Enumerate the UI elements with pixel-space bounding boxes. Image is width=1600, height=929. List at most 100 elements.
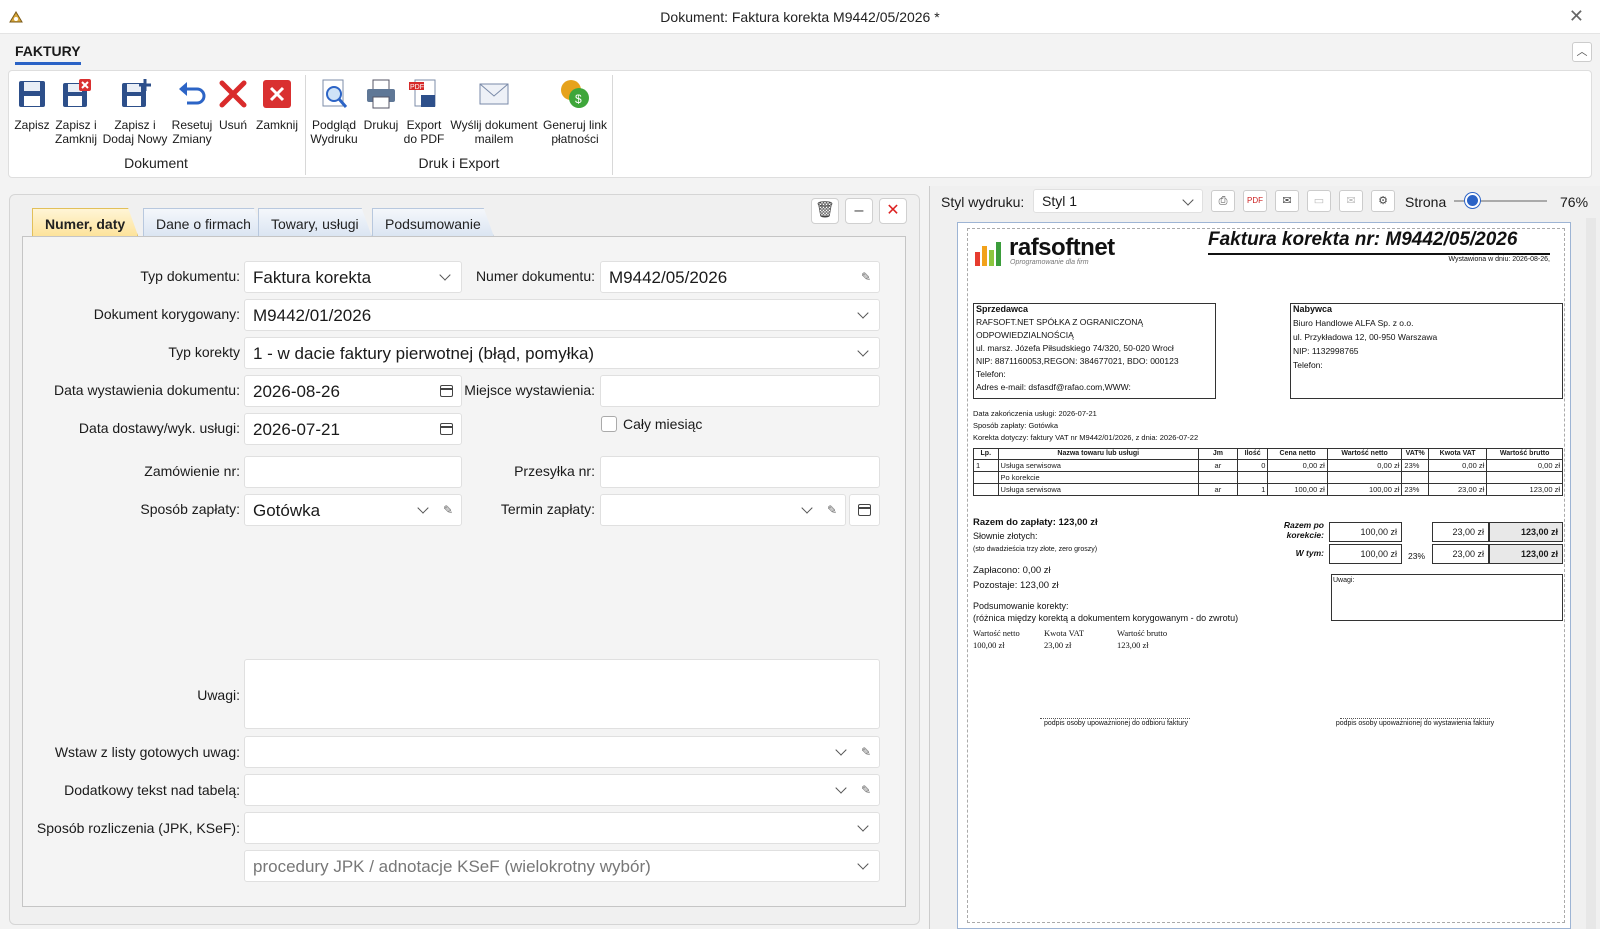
typ-korekty-label: Typ korekty [168,344,240,360]
zamowienie-label: Zamówienie nr: [144,463,240,479]
window-close-icon[interactable]: ✕ [1569,6,1584,27]
calendar-icon [440,423,453,435]
chevron-down-icon [835,782,847,794]
gear-icon[interactable]: ⚙ [1371,190,1395,212]
delete-button[interactable]: Usuń [216,77,250,132]
signature-line [1040,718,1190,719]
tab-numer-daty[interactable]: Numer, daty [32,208,138,236]
wstaw-uwag-select[interactable]: ✎ [244,736,880,768]
close-button[interactable]: Zamknij [254,77,300,132]
payment-link-button[interactable]: $ Generuj link płatności [542,77,608,146]
delete-x-icon [219,80,247,108]
ribbon-collapse-icon[interactable]: ︿ [1572,42,1592,62]
reset-button[interactable]: Resetuj Zmiany [171,77,213,146]
zaplacono: Zapłacono: 0,00 zł [973,565,1051,576]
calendar-icon [858,504,871,516]
termin-zaplaty-select[interactable]: ✎ [600,494,846,526]
chevron-down-icon [439,269,451,281]
typ-korekty-select[interactable]: 1 - w dacie faktury pierwotnej (błąd, po… [244,337,880,369]
pencil-icon: ✎ [442,503,453,517]
mail-disabled-icon[interactable]: ✉ [1339,190,1363,212]
k-value-brutto: 123,00 zł [1117,640,1149,650]
print-preview-button[interactable]: Podgląd Wydruku [309,77,359,146]
styl-wydruku-select[interactable]: Styl 1 [1033,189,1203,213]
typ-dokumentu-label: Typ dokumentu: [140,268,240,284]
sposob-rozliczenia-select[interactable] [244,812,880,844]
caly-miesiac-checkbox[interactable] [601,416,617,432]
send-mail-button[interactable]: Wyślij dokument mailem [448,77,540,146]
floppy-add-icon [122,79,151,107]
table-row: 1 Usługa serwisowa ar 0 0,00 zł 0,00 zł 23% 0,0… [973,459,1563,472]
caly-miesiac-label: Cały miesiąc [623,416,703,432]
seller-title: Sprzedawca [976,304,1029,314]
minimize-icon[interactable]: – [845,198,873,224]
chevron-down-icon [417,502,429,514]
tab-dane-o-firmach[interactable]: Dane o firmach [143,208,264,236]
pencil-icon: ✎ [860,745,871,759]
data-dostawy-field[interactable]: 2026-07-21 [244,413,462,445]
miejsce-wystawienia-field[interactable] [600,375,880,407]
k-header-netto: Wartość netto [973,628,1020,638]
pdf-icon: PDF [409,79,436,107]
tab-towary-uslugi[interactable]: Towary, usługi [258,208,372,236]
save-new-button[interactable]: Zapisz i Dodaj Nowy [101,77,169,146]
zoom-slider-handle[interactable] [1465,193,1480,208]
procedury-jpk-select[interactable]: procedury JPK / adnotacje KSeF (wielokro… [244,850,880,882]
przesylka-field[interactable] [600,456,880,488]
dokument-korygowany-label: Dokument korygowany: [93,306,240,322]
data-wystawienia-field[interactable]: 2026-08-26 [244,375,462,407]
data-dostawy-label: Data dostawy/wyk. usługi: [78,420,240,436]
k-value-vat: 23,00 zł [1044,640,1072,650]
print-button[interactable]: Drukuj [362,77,400,132]
chevron-down-icon [801,502,813,514]
export-pdf-button[interactable]: PDF Export do PDF [403,77,445,146]
table-row: Usługa serwisowa ar 1 100,00 zł 100,00 zł 23%… [973,483,1563,496]
group-druk: Druk i Export [418,155,500,171]
page-icon[interactable]: ▭ [1307,190,1331,212]
miejsce-wystawienia-label: Miejsce wystawienia: [464,382,595,398]
numer-dokumentu-field[interactable]: M9442/05/2026 ✎ [600,261,880,293]
pdf-icon[interactable]: PDF [1243,190,1267,212]
tab-podsumowanie[interactable]: Podsumowanie [372,208,494,236]
panel-close-icon[interactable]: ✕ [879,198,907,224]
wtym-netto: 100,00 zł [1329,544,1402,564]
sposob-zaplaty-select[interactable]: Gotówka ✎ [244,494,462,526]
chevron-down-icon [857,307,869,319]
seller-lines: RAFSOFT.NET SPÓŁKA Z OGRANICZONĄ ODPOWIED… [976,317,1179,392]
termin-zaplaty-label: Termin zapłaty: [500,501,595,517]
save-close-button[interactable]: Zapisz i Zamknij [53,77,99,146]
dodatkowy-tekst-select[interactable]: ✎ [244,774,880,806]
wstaw-uwag-label: Wstaw z listy gotowych uwag: [54,744,240,760]
envelope-icon[interactable]: ✉ [1275,190,1299,212]
save-button[interactable]: Zapisz [13,77,51,132]
data-wystawienia-label: Data wystawienia dokumentu: [54,382,240,398]
uwagi-textarea[interactable] [244,659,880,729]
wtym-vat-rate: 23% [1408,551,1426,561]
typ-dokumentu-select[interactable]: Faktura korekta [244,261,462,293]
chevron-down-icon [857,820,869,832]
pozostaje: Pozostaje: 123,00 zł [973,580,1059,591]
dokument-korygowany-select[interactable]: M9442/01/2026 [244,299,880,331]
signature-line [1340,718,1490,719]
wtym-vat: 23,00 zł [1432,544,1489,564]
ribbon-tab-faktury[interactable]: FAKTURY [15,43,81,65]
print-preview-icon [322,79,348,108]
zoom-value: 76% [1560,194,1589,210]
print-icon[interactable]: ⎙ [1211,190,1235,212]
wtym-brutto: 123,00 zł [1489,544,1563,564]
calendar-icon [440,385,453,397]
table-header-row: Lp. Nazwa towaru lub usługi Jm Ilość Cen… [973,448,1563,460]
pencil-icon: ✎ [860,783,871,797]
styl-wydruku-label: Styl wydruku: [941,194,1025,210]
trash-icon[interactable]: 🗑 [811,198,839,224]
sposob-zaplaty-label: Sposób zapłaty: [140,501,240,517]
zamowienie-field[interactable] [244,456,462,488]
roznica: (różnica między korektą a dokumentem kor… [973,613,1239,623]
floppy-close-icon [63,79,91,107]
sum-brutto: 123,00 zł [1489,522,1563,542]
termin-calendar-button[interactable] [849,494,880,526]
logo-text: rafsoftnet [1009,234,1115,261]
razem-po-korekcie: Razem po korekcie: [1283,520,1324,540]
floppy-icon [19,81,45,107]
preview-scrollbar[interactable] [1586,218,1596,929]
